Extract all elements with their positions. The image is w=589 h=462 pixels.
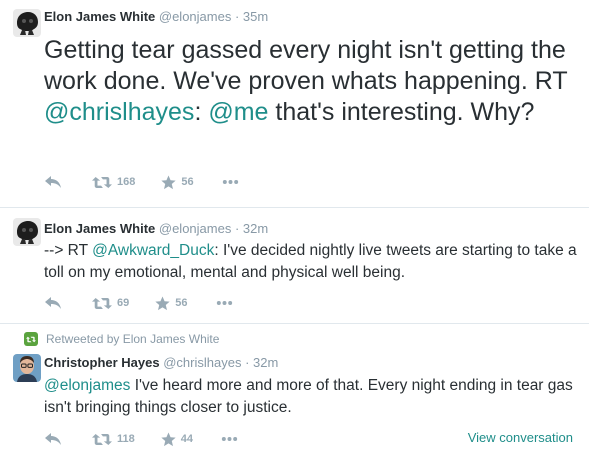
- more-icon: [216, 300, 233, 306]
- tweet-header: Elon James White @elonjames · 35m: [44, 9, 268, 24]
- timestamp[interactable]: 35m: [243, 9, 268, 24]
- more-button[interactable]: [222, 179, 239, 185]
- tweet-3[interactable]: Retweeted by Elon James White Christophe…: [0, 324, 589, 462]
- tweet-1[interactable]: Elon James White @elonjames · 35m Gettin…: [0, 0, 589, 206]
- tweet-text-part: :: [194, 98, 209, 126]
- favorite-icon: [155, 296, 170, 311]
- favorite-button[interactable]: 44: [161, 432, 193, 447]
- favorite-icon: [161, 175, 176, 190]
- avatar[interactable]: [13, 354, 41, 382]
- author-name[interactable]: Elon James White: [44, 9, 155, 24]
- favorite-count: 56: [181, 176, 194, 188]
- more-icon: [222, 179, 239, 185]
- tweet-actions: 118 44: [44, 429, 260, 449]
- retweet-count: 69: [117, 297, 130, 309]
- reply-icon: [44, 432, 62, 446]
- reply-button[interactable]: [44, 175, 62, 189]
- reply-icon: [44, 175, 62, 189]
- mention-link[interactable]: @Awkward_Duck: [92, 242, 214, 259]
- separator: ·: [234, 221, 240, 236]
- reply-button[interactable]: [44, 296, 62, 310]
- reply-button[interactable]: [44, 432, 62, 446]
- avatar[interactable]: [13, 9, 41, 37]
- author-handle[interactable]: @chrislhayes: [163, 355, 241, 370]
- more-button[interactable]: [216, 300, 233, 306]
- avatar[interactable]: [13, 218, 41, 246]
- tweet-text-part: that's interesting. Why?: [268, 98, 535, 126]
- timestamp[interactable]: 32m: [243, 221, 268, 236]
- retweet-icon: [92, 297, 112, 310]
- tweet-actions: 168 56: [44, 172, 261, 192]
- tweet-actions: 69 56: [44, 293, 255, 313]
- mention-link[interactable]: @chrislhayes: [44, 98, 194, 126]
- mention-link[interactable]: @elonjames: [44, 377, 130, 394]
- tweet-text-part: --> RT: [44, 242, 93, 259]
- retweet-count: 168: [117, 176, 136, 188]
- retweet-button[interactable]: 118: [92, 433, 135, 446]
- favorite-button[interactable]: 56: [161, 175, 194, 190]
- author-name[interactable]: Christopher Hayes: [44, 355, 160, 370]
- retweet-badge-icon: [24, 332, 38, 346]
- more-icon: [221, 436, 238, 442]
- tweet-2[interactable]: Elon James White @elonjames · 32m --> RT…: [0, 208, 589, 323]
- retweet-icon: [92, 176, 112, 189]
- favorite-count: 56: [175, 297, 188, 309]
- retweet-button[interactable]: 168: [92, 176, 135, 189]
- timestamp[interactable]: 32m: [253, 355, 278, 370]
- author-name[interactable]: Elon James White: [44, 221, 155, 236]
- view-conversation-link[interactable]: View conversation: [468, 430, 573, 445]
- reply-icon: [44, 296, 62, 310]
- tweet-text: @elonjames I've heard more and more of t…: [44, 375, 584, 419]
- tweet-text: --> RT @Awkward_Duck: I've decided night…: [44, 240, 584, 284]
- mention-link[interactable]: @me: [208, 98, 268, 126]
- retweet-context: Retweeted by Elon James White: [24, 332, 219, 346]
- favorite-icon: [161, 432, 176, 447]
- retweet-icon: [92, 433, 112, 446]
- favorite-count: 44: [180, 433, 193, 445]
- author-handle[interactable]: @elonjames: [159, 221, 231, 236]
- retweeted-by-label[interactable]: Retweeted by Elon James White: [46, 332, 219, 346]
- tweet-text-part: Getting tear gassed every night isn't ge…: [44, 36, 568, 95]
- separator: ·: [234, 9, 240, 24]
- tweet-header: Christopher Hayes @chrislhayes · 32m: [44, 355, 278, 370]
- separator: ·: [245, 355, 250, 370]
- more-button[interactable]: [221, 436, 238, 442]
- author-handle[interactable]: @elonjames: [159, 9, 231, 24]
- tweet-header: Elon James White @elonjames · 32m: [44, 221, 268, 236]
- retweet-button[interactable]: 69: [92, 297, 129, 310]
- favorite-button[interactable]: 56: [155, 296, 188, 311]
- tweet-text: Getting tear gassed every night isn't ge…: [44, 35, 584, 128]
- retweet-count: 118: [117, 433, 135, 445]
